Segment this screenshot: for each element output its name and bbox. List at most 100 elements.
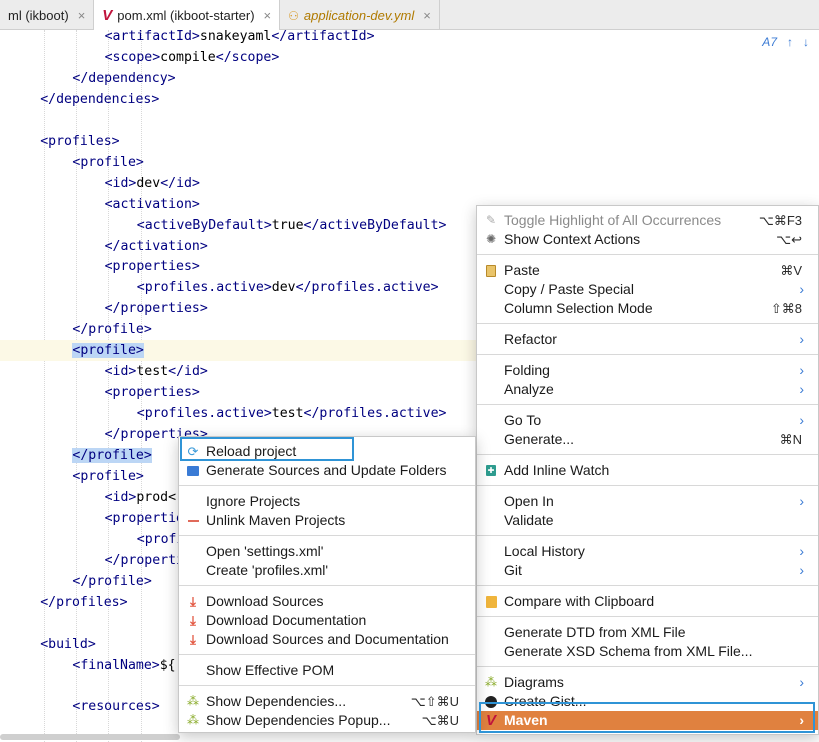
show-dependencies-item[interactable]: ⁂ Show Dependencies... ⌥⇧⌘U: [179, 692, 475, 711]
xml-tag: <id>: [104, 489, 137, 505]
xml-tag: </dependencies>: [40, 91, 160, 107]
close-icon[interactable]: ×: [264, 8, 272, 23]
code-line[interactable]: <profile>: [0, 152, 819, 173]
menu-item-label: Download Documentation: [206, 612, 367, 628]
compare-icon: [484, 594, 498, 609]
refactor-item[interactable]: Refactor ›: [477, 330, 818, 349]
menu-item-label: Show Effective POM: [206, 662, 335, 678]
xml-tag: <profiles.active>: [136, 406, 272, 422]
open-in-item[interactable]: Open In ›: [477, 492, 818, 511]
diagram-icon: ⁂: [187, 713, 199, 727]
analyze-item[interactable]: Analyze ›: [477, 380, 818, 399]
local-history-item[interactable]: Local History ›: [477, 542, 818, 561]
copy-paste-special-item[interactable]: Copy / Paste Special ›: [477, 280, 818, 299]
menu-item-label: Maven: [504, 712, 548, 728]
horizontal-scrollbar[interactable]: [0, 734, 180, 740]
menu-item-label: Download Sources: [206, 593, 324, 609]
menu-item-label: Add Inline Watch: [504, 462, 610, 478]
add-inline-watch-item[interactable]: ✚ Add Inline Watch: [477, 461, 818, 480]
xml-tag: </profiles.active>: [303, 406, 447, 422]
xml-text: true: [271, 217, 304, 233]
code-line[interactable]: <scope>compile</scope>: [0, 47, 819, 68]
menu-item-label: Show Dependencies Popup...: [206, 712, 391, 728]
chevron-right-icon: ›: [799, 281, 804, 297]
menu-separator: [477, 616, 818, 617]
maven-v-icon: V: [485, 712, 496, 729]
paste-item[interactable]: Paste ⌘V: [477, 261, 818, 280]
unlink-maven-item[interactable]: Unlink Maven Projects: [179, 511, 475, 530]
tab-label: ml (ikboot): [8, 7, 69, 23]
chevron-right-icon: ›: [799, 712, 804, 728]
reload-icon: ⟳: [187, 444, 199, 459]
generate-item[interactable]: Generate... ⌘N: [477, 430, 818, 449]
menu-separator: [477, 323, 818, 324]
clipboard-icon: [484, 263, 498, 278]
maven-v-icon: V: [102, 6, 113, 24]
generate-dtd-item[interactable]: Generate DTD from XML File: [477, 623, 818, 642]
menu-item-label: Open In: [504, 493, 554, 509]
xml-tag: <profile>: [72, 343, 144, 359]
menu-item-label: Ignore Projects: [206, 493, 301, 509]
xml-tag: <activation>: [104, 196, 200, 212]
xml-tag: <profile>: [72, 468, 144, 484]
generate-sources-item[interactable]: Generate Sources and Update Folders: [179, 461, 475, 480]
menu-item-label: Download Sources and Documentation: [206, 631, 449, 647]
open-settings-item[interactable]: Open 'settings.xml': [179, 542, 475, 561]
xml-text: test: [136, 364, 169, 380]
xml-tag: </scope>: [215, 49, 280, 65]
code-line[interactable]: </dependency>: [0, 68, 819, 89]
bulb-icon: ✺: [485, 232, 497, 246]
menu-item-label: Folding: [504, 362, 550, 378]
download-sources-docs-item[interactable]: ⤓ Download Sources and Documentation: [179, 630, 475, 649]
maven-submenu: ⟳ Reload project Generate Sources and Upda…: [178, 436, 476, 733]
menu-item-shortcut: ⇧⌘8: [770, 301, 802, 316]
maven-item[interactable]: V Maven ›: [477, 711, 818, 730]
code-line[interactable]: <id>dev</id>: [0, 173, 819, 194]
code-line[interactable]: </dependencies>: [0, 89, 819, 110]
diagrams-item[interactable]: ⁂ Diagrams ›: [477, 673, 818, 692]
menu-item-label: Go To: [504, 412, 542, 428]
code-line[interactable]: <profiles>: [0, 131, 819, 152]
show-effective-pom-item[interactable]: Show Effective POM: [179, 661, 475, 680]
code-line[interactable]: [0, 110, 819, 131]
download-docs-item[interactable]: ⤓ Download Documentation: [179, 611, 475, 630]
watch-icon: ✚: [486, 465, 496, 476]
git-item[interactable]: Git ›: [477, 561, 818, 580]
folder-icon: [186, 463, 200, 478]
validate-item[interactable]: Validate: [477, 511, 818, 530]
xml-tag: </properti: [104, 552, 184, 568]
xml-tag: <profile>: [72, 154, 144, 170]
menu-item-label: Reload project: [206, 443, 297, 459]
menu-item-label: Create Gist...: [504, 693, 587, 709]
xml-text: prod<: [136, 489, 177, 505]
menu-separator: [179, 685, 475, 686]
compare-clipboard-item[interactable]: Compare with Clipboard: [477, 592, 818, 611]
menu-separator: [477, 254, 818, 255]
ignore-projects-item[interactable]: Ignore Projects: [179, 492, 475, 511]
show-dependencies-popup-item[interactable]: ⁂ Show Dependencies Popup... ⌥⌘U: [179, 711, 475, 730]
chevron-right-icon: ›: [799, 381, 804, 397]
menu-item-label: Analyze: [504, 381, 554, 397]
xml-tag: </id>: [160, 175, 200, 191]
xml-tag: </activeByDefault>: [303, 217, 447, 233]
menu-item-label: Local History: [504, 543, 585, 559]
xml-tag: <id>: [104, 364, 137, 380]
column-selection-item[interactable]: Column Selection Mode ⇧⌘8: [477, 299, 818, 318]
create-profiles-item[interactable]: Create 'profiles.xml': [179, 561, 475, 580]
xml-tag: <propertie: [104, 510, 184, 526]
download-sources-item[interactable]: ⤓ Download Sources: [179, 592, 475, 611]
xml-tag: <properties>: [104, 385, 200, 401]
menu-item-label: Refactor: [504, 331, 557, 347]
goto-item[interactable]: Go To ›: [477, 411, 818, 430]
create-gist-item[interactable]: Create Gist...: [477, 692, 818, 711]
folding-item[interactable]: Folding ›: [477, 361, 818, 380]
tab-label: application-dev.yml: [303, 7, 415, 23]
reload-project-item[interactable]: ⟳ Reload project: [179, 442, 475, 461]
code-line[interactable]: <artifactId>snakeyaml</artifactId>: [0, 26, 819, 47]
show-context-actions-item[interactable]: ✺ Show Context Actions ⌥↩: [477, 230, 818, 249]
close-icon[interactable]: ×: [423, 8, 431, 23]
menu-item-label: Unlink Maven Projects: [206, 512, 346, 528]
generate-xsd-item[interactable]: Generate XSD Schema from XML File...: [477, 642, 818, 661]
close-icon[interactable]: ×: [78, 8, 86, 23]
menu-item-label: Copy / Paste Special: [504, 281, 634, 297]
